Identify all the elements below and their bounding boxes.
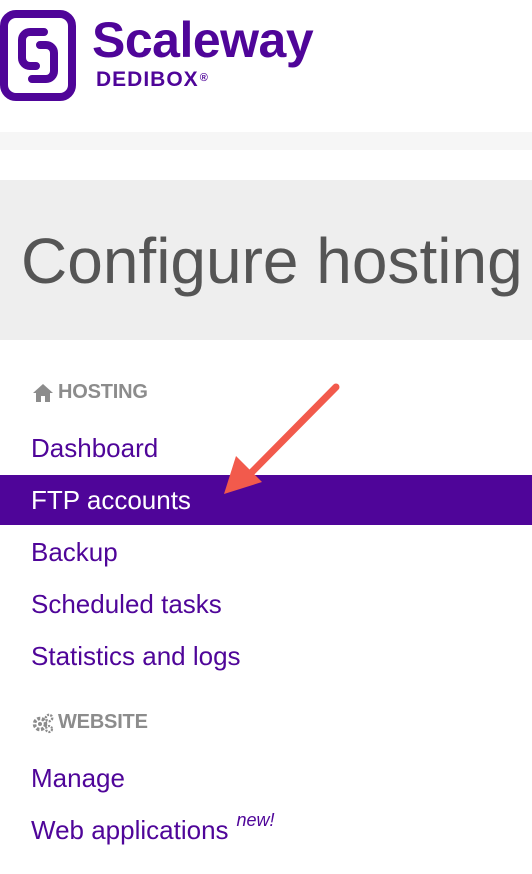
nav-item-dashboard[interactable]: Dashboard xyxy=(0,423,532,473)
section-heading-hosting: HOSTING xyxy=(32,381,148,404)
nav-item-statistics-and-logs[interactable]: Statistics and logs xyxy=(0,631,532,681)
scaleway-logo-icon xyxy=(0,10,76,101)
nav-item-backup[interactable]: Backup xyxy=(0,527,532,577)
page-title: Configure hosting xyxy=(21,225,523,297)
nav-item-web-applications-label: Web applications xyxy=(31,814,229,845)
gears-icon xyxy=(32,713,54,733)
registered-mark: ® xyxy=(199,72,209,84)
new-badge: new! xyxy=(236,809,275,830)
product-name: DEDIBOX® xyxy=(96,68,209,92)
home-icon xyxy=(33,383,53,402)
section-heading-website: WEBSITE xyxy=(32,711,148,734)
nav-item-ftp-accounts[interactable]: FTP accounts xyxy=(0,475,532,525)
header-divider xyxy=(0,132,532,150)
page-header: Configure hosting xyxy=(0,180,532,340)
section-heading-website-label: WEBSITE xyxy=(58,711,148,733)
product-label: DEDIBOX xyxy=(96,68,199,91)
nav-item-manage[interactable]: Manage xyxy=(0,753,532,803)
brand-name: Scaleway xyxy=(92,12,314,68)
nav-item-web-applications[interactable]: Web applications new! xyxy=(0,805,532,855)
nav-item-scheduled-tasks[interactable]: Scheduled tasks xyxy=(0,579,532,629)
section-heading-hosting-label: HOSTING xyxy=(58,381,148,403)
scaleway-dedibox-logo[interactable]: Scaleway DEDIBOX® xyxy=(0,0,340,110)
